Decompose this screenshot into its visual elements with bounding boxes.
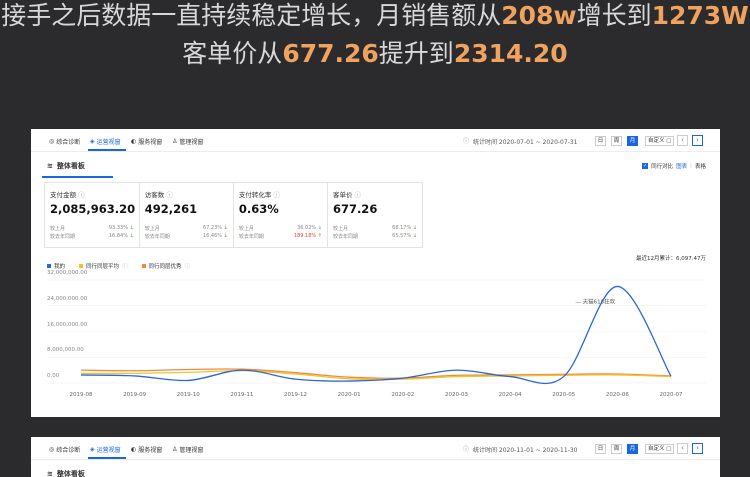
headset-icon: ◐	[131, 446, 137, 453]
period-day[interactable]: 日	[595, 444, 606, 454]
series-line-excellent[interactable]	[80, 368, 672, 379]
tab-operations[interactable]: ◈ 运营视窗	[90, 445, 121, 454]
tab-service[interactable]: ◐ 服务视窗	[131, 445, 162, 454]
person-icon: ♙	[172, 446, 178, 453]
prev-period-button[interactable]: ‹	[677, 443, 688, 454]
period-month[interactable]: 月	[627, 444, 638, 454]
shield-icon: ◈	[90, 446, 95, 453]
active-tab-indicator	[88, 457, 126, 459]
headline-line-1: 接手之后数据一直持续稳定增长，月销售额从208w增长到1273W	[1, 1, 749, 30]
period-custom[interactable]: 自定义 ▢	[645, 444, 675, 454]
calendar-icon: ▢	[666, 446, 672, 452]
bulb-icon: ◎	[49, 446, 55, 453]
peak-annotation: — 天猫618狂欢	[575, 297, 615, 305]
stat-range: 统计时间 2020-11-01 ~ 2020-11-30	[473, 447, 578, 454]
line-chart: — 天猫618狂欢	[47, 279, 706, 385]
top-nav-bar-2: ◎ 综合诊断 ◈ 运营视窗 ◐ 服务视窗 ♙ 管理视窗 ⓘ 统计时间 2020-11-0…	[31, 437, 720, 460]
dashboard-panel: ◎ 综合诊断 ◈ 运营视窗 ◐ 服务视窗 ♙ 管理视窗 ⓘ 统计时间 2020-07-0…	[31, 129, 720, 417]
section-header-2: ≋ 整体看板	[31, 460, 720, 477]
dashboard-panel-2: ◎ 综合诊断 ◈ 运营视窗 ◐ 服务视窗 ♙ 管理视窗 ⓘ 统计时间 2020-11-0…	[31, 437, 720, 477]
period-week[interactable]: 周	[611, 444, 622, 454]
section-title: ≋ 整体看板	[47, 470, 85, 477]
next-period-button[interactable]: ›	[692, 443, 703, 454]
layers-icon: ≋	[47, 470, 53, 477]
tab-management[interactable]: ♙ 管理视窗	[172, 445, 203, 454]
headline-line-2: 客单价从677.26提升到2314.20	[182, 39, 568, 68]
info-icon[interactable]: ⓘ	[463, 444, 469, 453]
tab-comprehensive[interactable]: ◎ 综合诊断	[49, 445, 80, 454]
